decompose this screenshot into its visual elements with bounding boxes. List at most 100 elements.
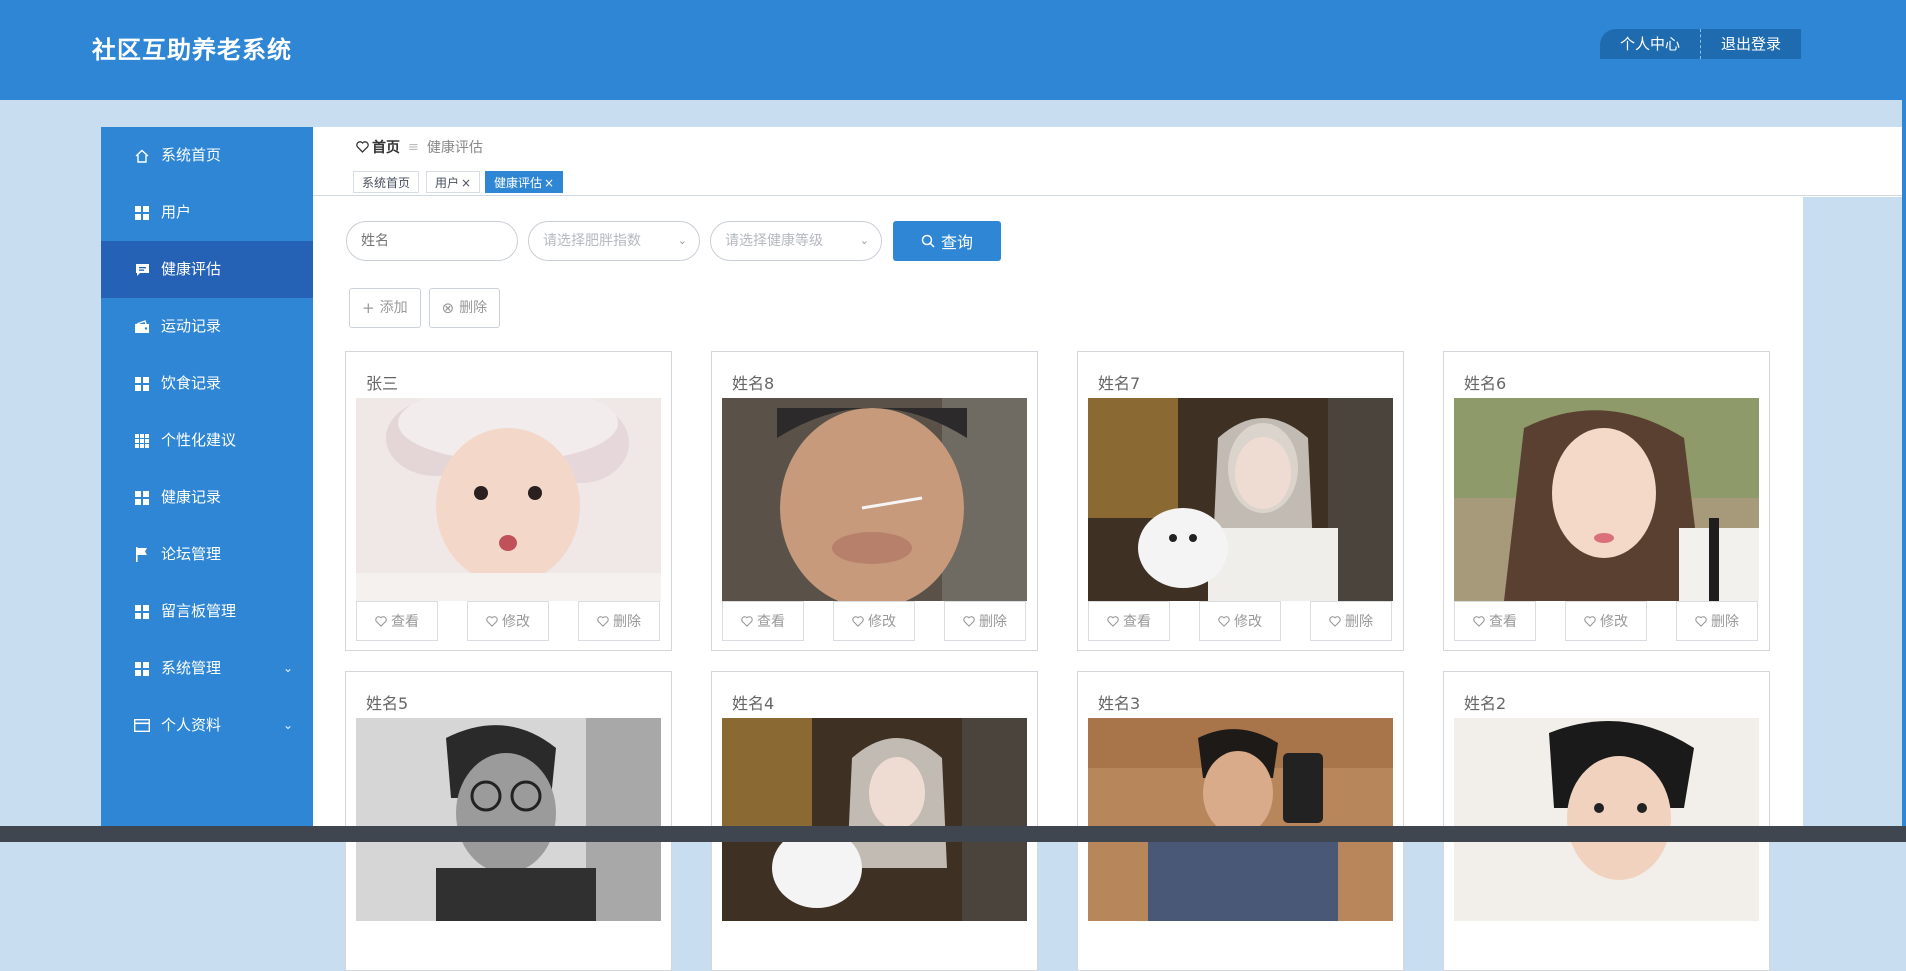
tab-home[interactable]: 系统首页 <box>353 171 420 193</box>
right-edge-strip <box>1902 0 1906 842</box>
card-icon <box>133 717 151 735</box>
view-label: 查看 <box>391 614 419 630</box>
search-icon <box>921 234 935 248</box>
view-button[interactable]: 查看 <box>722 601 804 641</box>
tab-health-assessment[interactable]: 健康评估 × <box>485 171 564 193</box>
delete-label: 删除 <box>613 614 641 630</box>
edit-button[interactable]: 修改 <box>467 601 549 641</box>
chat-icon <box>133 261 151 279</box>
query-button[interactable]: 查询 <box>893 221 1001 261</box>
card-photo <box>356 398 661 601</box>
profile-center-button[interactable]: 个人中心 <box>1599 29 1701 59</box>
chevron-down-icon: ⌄ <box>282 718 293 732</box>
sidebar-item-home[interactable]: 系统首页 <box>101 127 313 184</box>
view-label: 查看 <box>1489 614 1517 630</box>
grid-icon <box>133 204 151 222</box>
name-search-input[interactable] <box>346 221 518 261</box>
sidebar-item-health-records[interactable]: 健康记录 <box>101 469 313 526</box>
select-placeholder: 请选择健康等级 <box>725 233 823 249</box>
heart-icon <box>1473 615 1485 627</box>
grid-icon <box>133 489 151 507</box>
card-actions: 查看 修改 删除 <box>1088 601 1393 641</box>
sidebar-item-diet-records[interactable]: 饮食记录 <box>101 355 313 412</box>
logout-button[interactable]: 退出登录 <box>1700 29 1801 59</box>
record-card: 姓名3 <box>1077 671 1404 971</box>
select-placeholder: 请选择肥胖指数 <box>543 233 641 249</box>
card-actions: 查看 修改 删除 <box>722 601 1027 641</box>
heart-icon <box>356 141 369 153</box>
batch-delete-button[interactable]: ⊗ 删除 <box>428 288 501 328</box>
heart-icon <box>741 615 753 627</box>
breadcrumb-current: 健康评估 <box>426 140 483 156</box>
tab-users[interactable]: 用户 × <box>426 171 481 193</box>
obesity-index-select[interactable]: 请选择肥胖指数 ⌄ <box>528 221 700 261</box>
delete-button[interactable]: 删除 <box>578 601 660 641</box>
search-bar: 请选择肥胖指数 ⌄ 请选择健康等级 ⌄ 查询 <box>346 221 1001 261</box>
edit-button[interactable]: 修改 <box>1199 601 1281 641</box>
edit-button[interactable]: 修改 <box>833 601 915 641</box>
chevron-down-icon: ⌄ <box>677 234 687 247</box>
close-circle-icon: ⊗ <box>441 299 455 317</box>
record-card: 姓名6 查看 修改 删除 <box>1443 351 1770 651</box>
edit-label: 修改 <box>868 614 896 630</box>
card-photo <box>1088 398 1393 601</box>
card-photo <box>1454 718 1759 921</box>
view-button[interactable]: 查看 <box>356 601 438 641</box>
main-content: 首页 ≡ 健康评估 系统首页 用户× 健康评估× 请选择肥胖指数 ⌄ 请选择健康… <box>313 127 1902 971</box>
heart-icon <box>1107 615 1119 627</box>
sidebar-item-label: 个人资料 <box>161 716 222 734</box>
sidebar-item-forum-management[interactable]: 论坛管理 <box>101 526 313 583</box>
plus-icon: + <box>362 299 375 317</box>
heart-icon <box>963 615 975 627</box>
chevron-down-icon: ⌄ <box>282 661 293 675</box>
close-icon[interactable]: × <box>544 176 554 190</box>
card-name: 姓名4 <box>732 694 775 713</box>
card-photo <box>1088 718 1393 921</box>
sidebar-item-users[interactable]: 用户 <box>101 184 313 241</box>
view-button[interactable]: 查看 <box>1088 601 1170 641</box>
close-icon[interactable]: × <box>461 176 471 190</box>
sidebar-item-system-management[interactable]: 系统管理 ⌄ <box>101 640 313 697</box>
action-toolbar: + 添加 ⊗ 删除 <box>349 288 508 328</box>
add-button[interactable]: + 添加 <box>349 288 421 328</box>
view-label: 查看 <box>1123 614 1151 630</box>
delete-button[interactable]: 删除 <box>1676 601 1758 641</box>
record-card: 姓名4 <box>711 671 1038 971</box>
sidebar-item-exercise-records[interactable]: 运动记录 <box>101 298 313 355</box>
card-name: 姓名5 <box>366 694 409 713</box>
card-name: 姓名2 <box>1464 694 1507 713</box>
breadcrumb-home[interactable]: 首页 <box>356 137 400 157</box>
video-progress-bar <box>0 826 1906 842</box>
card-name: 姓名3 <box>1098 694 1141 713</box>
view-label: 查看 <box>757 614 785 630</box>
apps-icon <box>133 432 151 450</box>
sidebar-item-label: 健康记录 <box>161 488 222 506</box>
grid-icon <box>133 660 151 678</box>
sidebar-item-health-assessment[interactable]: 健康评估 <box>101 241 313 298</box>
sidebar-item-personal-info[interactable]: 个人资料 ⌄ <box>101 697 313 754</box>
tab-label: 系统首页 <box>362 176 411 190</box>
sidebar-item-label: 系统管理 <box>161 659 222 677</box>
sidebar-item-personalized-advice[interactable]: 个性化建议 <box>101 412 313 469</box>
delete-label: 删除 <box>1345 614 1373 630</box>
heart-icon <box>375 615 387 627</box>
delete-button[interactable]: 删除 <box>944 601 1026 641</box>
grid-icon <box>133 603 151 621</box>
view-button[interactable]: 查看 <box>1454 601 1536 641</box>
sidebar-item-label: 系统首页 <box>161 146 222 164</box>
edit-label: 修改 <box>1600 614 1628 630</box>
edit-button[interactable]: 修改 <box>1565 601 1647 641</box>
delete-button[interactable]: 删除 <box>1310 601 1392 641</box>
chevron-down-icon: ⌄ <box>859 234 869 247</box>
heart-icon <box>852 615 864 627</box>
tab-label: 健康评估 <box>494 176 543 190</box>
app-title: 社区互助养老系统 <box>92 36 292 64</box>
record-card: 姓名8 查看 修改 删除 <box>711 351 1038 651</box>
sidebar: 系统首页 用户 健康评估 运动记录 饮食记录 个性化建议 健康记录 论坛管理 留… <box>101 127 313 842</box>
breadcrumb: 首页 ≡ 健康评估 <box>356 137 483 157</box>
health-level-select[interactable]: 请选择健康等级 ⌄ <box>710 221 882 261</box>
breadcrumb-separator-icon: ≡ <box>408 139 419 155</box>
card-name: 姓名8 <box>732 374 775 393</box>
home-icon <box>133 147 151 165</box>
sidebar-item-message-board[interactable]: 留言板管理 <box>101 583 313 640</box>
